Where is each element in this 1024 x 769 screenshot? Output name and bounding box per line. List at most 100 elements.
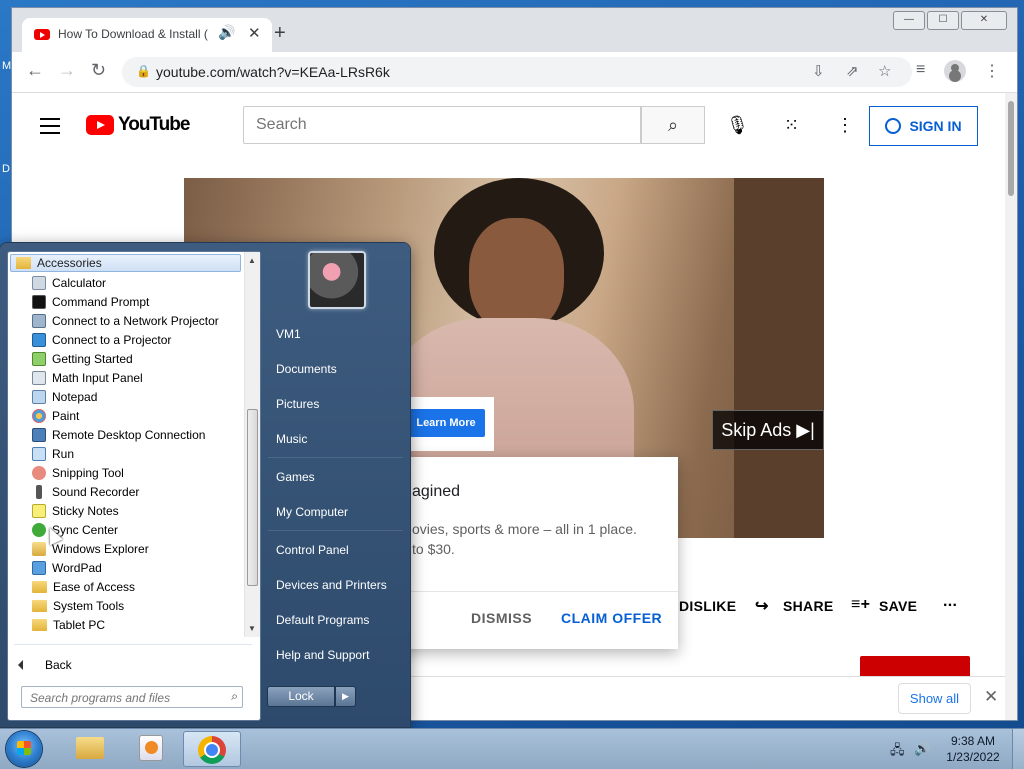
profile-avatar-icon[interactable] bbox=[944, 60, 966, 82]
minimize-button[interactable]: — bbox=[893, 11, 925, 30]
network-icon[interactable]: 🖧 bbox=[890, 741, 905, 763]
maximize-button[interactable]: ☐ bbox=[927, 11, 959, 30]
dislike-button[interactable]: DISLIKE bbox=[679, 598, 736, 614]
start-link-my-computer[interactable]: My Computer bbox=[268, 499, 403, 525]
program-item[interactable]: Math Input Panel bbox=[32, 368, 143, 387]
install-app-icon[interactable]: ⇩ bbox=[812, 62, 825, 80]
settings-more-icon[interactable]: ⋮ bbox=[836, 115, 854, 136]
start-link-music[interactable]: Music bbox=[268, 426, 403, 452]
subscribe-button[interactable] bbox=[860, 656, 970, 676]
search-icon[interactable]: ⌕ bbox=[641, 106, 705, 144]
program-item[interactable]: Remote Desktop Connection bbox=[32, 425, 205, 444]
program-item[interactable]: System Tools bbox=[32, 596, 124, 615]
program-item[interactable]: Run bbox=[32, 444, 74, 463]
program-item[interactable]: Connect to a Projector bbox=[32, 330, 171, 349]
more-actions-icon[interactable]: ... bbox=[943, 593, 957, 611]
youtube-search-input[interactable] bbox=[254, 107, 618, 143]
youtube-search-field[interactable] bbox=[243, 106, 641, 144]
start-link-games[interactable]: Games bbox=[268, 464, 403, 490]
start-link-vm1[interactable]: VM1 bbox=[268, 321, 403, 347]
dismiss-button[interactable]: DISMISS bbox=[471, 610, 532, 626]
start-search-input[interactable] bbox=[28, 688, 222, 708]
folder-icon bbox=[32, 599, 47, 612]
program-item[interactable]: Connect to a Network Projector bbox=[32, 311, 219, 330]
search-icon[interactable]: ⌕ bbox=[231, 689, 238, 704]
chrome-icon bbox=[198, 736, 226, 764]
hamburger-menu-icon[interactable] bbox=[40, 118, 60, 139]
start-link-documents[interactable]: Documents bbox=[268, 356, 403, 382]
scrollbar-thumb[interactable] bbox=[1008, 101, 1014, 196]
program-list-scrollbar[interactable]: ▲ ▼ bbox=[244, 252, 260, 637]
claim-offer-button[interactable]: CLAIM OFFER bbox=[561, 610, 662, 626]
folder-icon bbox=[32, 618, 47, 631]
microphone-icon[interactable]: 🎙 bbox=[726, 115, 749, 136]
show-desktop-button[interactable] bbox=[1012, 729, 1024, 769]
speaker-icon[interactable]: 🔊 bbox=[218, 24, 235, 41]
program-item[interactable]: Tablet PC bbox=[32, 615, 105, 634]
program-item[interactable]: Command Prompt bbox=[32, 292, 149, 311]
program-label: Tablet PC bbox=[53, 617, 106, 632]
save-playlist-icon[interactable]: ≡+ bbox=[851, 596, 870, 614]
lock-icon[interactable]: 🔒 bbox=[136, 64, 151, 78]
folder-accessories[interactable]: Accessories bbox=[10, 254, 241, 272]
system-clock[interactable]: 9:38 AM 1/23/2022 bbox=[938, 733, 1008, 765]
taskbar-chrome[interactable] bbox=[183, 731, 241, 767]
folder-label: Accessories bbox=[37, 256, 102, 270]
start-search-field[interactable]: ⌕ bbox=[21, 686, 243, 708]
url-text[interactable]: youtube.com/watch?v=KEAa-LRsR6k bbox=[156, 64, 390, 80]
sign-in-button[interactable]: SIGN IN bbox=[869, 106, 978, 146]
start-link-default-programs[interactable]: Default Programs bbox=[268, 607, 403, 633]
program-item[interactable]: Notepad bbox=[32, 387, 97, 406]
start-button[interactable] bbox=[6, 731, 42, 767]
taskbar-explorer[interactable] bbox=[60, 731, 118, 767]
program-item[interactable]: Calculator bbox=[32, 273, 106, 292]
page-scrollbar[interactable] bbox=[1005, 93, 1017, 720]
new-tab-button[interactable]: + bbox=[274, 22, 286, 45]
clock-time: 9:38 AM bbox=[950, 734, 996, 748]
save-button[interactable]: SAVE bbox=[879, 598, 917, 614]
skip-ads-button[interactable]: Skip Ads ▶| bbox=[712, 410, 824, 450]
close-icon[interactable]: ✕ bbox=[984, 687, 998, 707]
browser-menu-icon[interactable]: ⋮ bbox=[984, 61, 1000, 81]
program-item[interactable]: Snipping Tool bbox=[32, 463, 124, 482]
back-arrow-icon[interactable]: ← bbox=[26, 60, 44, 81]
youtube-logo[interactable]: YouTube bbox=[86, 114, 190, 136]
scroll-down-icon[interactable]: ▼ bbox=[248, 624, 256, 633]
user-picture[interactable] bbox=[308, 251, 366, 309]
reload-icon[interactable]: ↻ bbox=[91, 60, 106, 81]
lock-button[interactable]: Lock bbox=[267, 686, 335, 707]
youtube-play-icon bbox=[86, 115, 114, 135]
address-bar[interactable]: 🔒 youtube.com/watch?v=KEAa-LRsR6k ⇩ ⇗ ☆ bbox=[122, 57, 912, 87]
close-tab-icon[interactable]: ✕ bbox=[248, 24, 261, 42]
forward-arrow-icon[interactable]: → bbox=[58, 60, 76, 81]
program-item[interactable]: Getting Started bbox=[32, 349, 133, 368]
program-item[interactable]: Sticky Notes bbox=[32, 501, 119, 520]
share-page-icon[interactable]: ⇗ bbox=[846, 62, 859, 80]
scroll-up-icon[interactable]: ▲ bbox=[248, 256, 256, 265]
share-icon[interactable]: ↪ bbox=[755, 596, 769, 616]
show-all-button[interactable]: Show all bbox=[898, 683, 971, 714]
share-button[interactable]: SHARE bbox=[783, 598, 834, 614]
scrollbar-thumb[interactable] bbox=[247, 409, 258, 586]
start-link-pictures[interactable]: Pictures bbox=[268, 391, 403, 417]
shutdown-options-arrow-icon[interactable]: ▶ bbox=[335, 686, 356, 707]
bookmark-star-icon[interactable]: ☆ bbox=[878, 62, 891, 80]
program-item[interactable]: Ease of Access bbox=[32, 577, 135, 596]
media-control-icon[interactable]: ≡ bbox=[916, 61, 925, 79]
start-link-help-support[interactable]: Help and Support bbox=[268, 642, 403, 668]
program-label: WordPad bbox=[52, 560, 102, 575]
program-item[interactable]: WordPad bbox=[32, 558, 102, 577]
apps-grid-icon[interactable]: ⁙ bbox=[784, 115, 799, 136]
start-link-control-panel[interactable]: Control Panel bbox=[268, 537, 403, 563]
program-item[interactable]: Paint bbox=[32, 406, 79, 425]
program-label: Paint bbox=[52, 408, 80, 423]
volume-icon[interactable]: 🔊 bbox=[914, 741, 930, 757]
learn-more-button[interactable]: Learn More bbox=[407, 409, 485, 437]
browser-tab[interactable]: How To Download & Install ( 🔊 ✕ bbox=[22, 18, 272, 52]
close-window-button[interactable]: ✕ bbox=[961, 11, 1007, 30]
program-item[interactable]: Sound Recorder bbox=[32, 482, 139, 501]
back-button[interactable]: Back bbox=[18, 658, 72, 672]
clock-date: 1/23/2022 bbox=[946, 750, 1000, 764]
taskbar-media-player[interactable] bbox=[121, 731, 179, 767]
start-link-devices-printers[interactable]: Devices and Printers bbox=[268, 572, 403, 598]
